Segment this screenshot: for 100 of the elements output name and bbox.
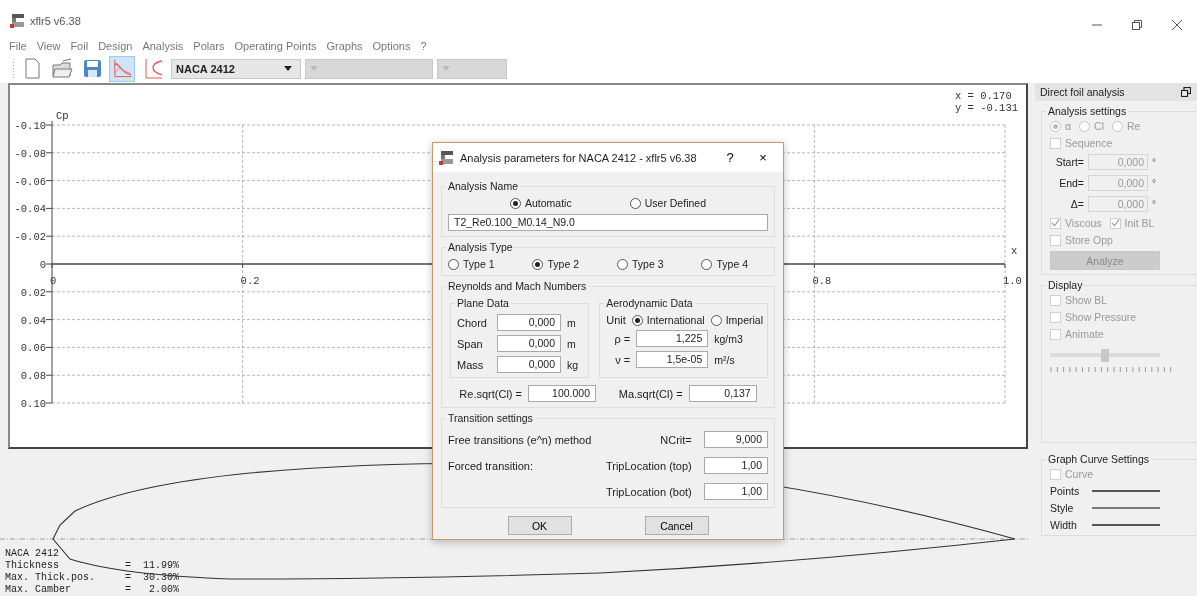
radio-label: User Defined bbox=[644, 197, 706, 209]
menu-item[interactable]: Design bbox=[98, 40, 133, 52]
menu-item[interactable]: Operating Points bbox=[234, 40, 317, 52]
group-title: Display bbox=[1046, 279, 1085, 291]
tick-label: 0.08 bbox=[20, 370, 46, 383]
tick-label: -0.02 bbox=[14, 231, 46, 244]
field-label: End= bbox=[1058, 177, 1084, 189]
tick-label: -0.06 bbox=[14, 175, 46, 188]
dropdown-value: NACA 2412 bbox=[176, 62, 235, 75]
line-style-sample bbox=[1092, 523, 1160, 527]
field-label: Unit bbox=[606, 314, 626, 326]
field-label: Ma.sqrt(Cl) = bbox=[618, 387, 683, 400]
dialog-title: Analysis parameters for NACA 2412 - xflr5 v6.38 bbox=[460, 151, 698, 164]
menu-item[interactable]: ? bbox=[420, 40, 427, 52]
tick-label: 0.02 bbox=[20, 286, 46, 299]
input-field[interactable]: 100.000 bbox=[528, 385, 596, 402]
input-field[interactable]: 0,000 bbox=[497, 356, 561, 373]
cp-view-button[interactable] bbox=[109, 55, 135, 82]
setting-label: Forced transition: bbox=[448, 459, 534, 472]
foil-property: Max. Thick.pos. bbox=[5, 572, 96, 584]
field-label: TripLocation (bot) bbox=[604, 485, 693, 498]
unit-label: kg/m3 bbox=[714, 332, 743, 345]
setting-label: Free transitions (e^n) method bbox=[448, 433, 593, 446]
radio-label: Re bbox=[1127, 120, 1141, 132]
radio-label: α bbox=[1065, 120, 1072, 132]
unit-label: kg bbox=[567, 358, 579, 371]
checkbox-label: Animate bbox=[1065, 328, 1104, 340]
cursor-readout: y = -0.131 bbox=[955, 102, 1018, 114]
input-field[interactable]: T2_Re0.100_M0.14_N9.0 bbox=[448, 214, 768, 231]
caret-icon bbox=[442, 66, 450, 71]
input-field[interactable]: 1,00 bbox=[703, 483, 768, 500]
radio-label: International bbox=[646, 314, 705, 326]
checkbox-label: Viscous bbox=[1065, 217, 1102, 229]
field-label: NCrit= bbox=[659, 433, 693, 446]
close-button[interactable]: × bbox=[749, 150, 777, 165]
input-field[interactable]: 1,00 bbox=[703, 457, 768, 474]
menu-item[interactable]: Options bbox=[372, 40, 411, 52]
tick-label: 0.04 bbox=[20, 314, 46, 327]
checkbox-label: Curve bbox=[1065, 468, 1093, 480]
menu-item[interactable]: Analysis bbox=[142, 40, 184, 52]
foil-dropdown[interactable]: NACA 2412 bbox=[171, 58, 301, 79]
radio-label: Type 1 bbox=[463, 258, 495, 270]
tick-label: -0.04 bbox=[14, 203, 46, 216]
input-field[interactable]: 0,000 bbox=[497, 314, 561, 331]
menu-item[interactable]: Graphs bbox=[326, 40, 363, 52]
checkbox-label: Show Pressure bbox=[1065, 311, 1137, 323]
close-icon bbox=[1171, 19, 1183, 31]
field-label: ρ = bbox=[613, 332, 631, 345]
field-label: Re.sqrt(Cl) = bbox=[459, 387, 522, 400]
checkbox-label: Show BL bbox=[1065, 294, 1108, 306]
radio-button[interactable] bbox=[510, 197, 521, 209]
window-title: xflr5 v6.38 bbox=[30, 15, 81, 27]
input-field[interactable]: 1,5e-05 bbox=[636, 351, 709, 368]
menu-item[interactable]: Foil bbox=[70, 40, 89, 52]
checkbox-label: Init BL bbox=[1124, 217, 1155, 229]
unit-label: ° bbox=[1152, 198, 1156, 210]
input-field[interactable]: 0,000 bbox=[497, 335, 561, 352]
tick-label: -0.10 bbox=[14, 120, 46, 132]
caret-icon bbox=[284, 66, 292, 71]
foil-property: Max. Camber bbox=[5, 584, 72, 596]
unit-label: m²/s bbox=[714, 353, 735, 366]
radio-button[interactable] bbox=[532, 258, 544, 270]
radio-button[interactable] bbox=[710, 314, 722, 326]
tick-label: 0.06 bbox=[20, 342, 46, 355]
input-field[interactable]: 1,225 bbox=[636, 330, 709, 347]
setting-label: Style bbox=[1050, 502, 1075, 514]
folder-icon bbox=[50, 57, 74, 80]
field-label: TripLocation (top) bbox=[604, 459, 693, 472]
menu-item[interactable]: Polars bbox=[193, 40, 225, 52]
menu-item[interactable]: View bbox=[36, 40, 61, 52]
foil-value: = 30.30% bbox=[125, 572, 179, 584]
float-button[interactable] bbox=[1181, 87, 1191, 97]
input-field[interactable]: 9,000 bbox=[703, 431, 768, 448]
group-title: Analysis settings bbox=[1046, 105, 1129, 117]
setting-label: Width bbox=[1050, 519, 1078, 531]
radio-button[interactable] bbox=[631, 314, 643, 326]
foil-property: Thickness bbox=[5, 560, 60, 572]
radio-button[interactable] bbox=[629, 197, 641, 209]
group-title: Transition settings bbox=[446, 412, 535, 424]
dialog-button[interactable]: OK bbox=[507, 516, 572, 535]
field-label: Start= bbox=[1054, 156, 1084, 168]
app-logo-icon bbox=[10, 13, 26, 29]
group-title: Reynolds and Mach Numbers bbox=[446, 280, 589, 292]
dialog-button[interactable]: Cancel bbox=[644, 516, 709, 535]
unit-label: ° bbox=[1152, 156, 1156, 168]
radio-button[interactable] bbox=[701, 258, 713, 270]
foil-value: = 2.00% bbox=[125, 584, 179, 596]
radio-label: Cl bbox=[1094, 120, 1104, 132]
tick-label: 0 bbox=[39, 259, 46, 271]
restore-icon bbox=[1131, 19, 1143, 31]
field-label: Chord bbox=[457, 316, 488, 329]
radio-button[interactable] bbox=[448, 258, 459, 270]
help-button[interactable]: ? bbox=[716, 150, 744, 165]
input-field[interactable]: 0,137 bbox=[688, 385, 757, 402]
slider-thumb[interactable] bbox=[1101, 349, 1109, 362]
line-style-sample bbox=[1092, 506, 1160, 510]
radio-button[interactable] bbox=[616, 258, 628, 270]
menu-item[interactable]: File bbox=[9, 40, 27, 52]
group-title: Plane Data bbox=[455, 297, 511, 309]
float-icon bbox=[1181, 87, 1191, 97]
